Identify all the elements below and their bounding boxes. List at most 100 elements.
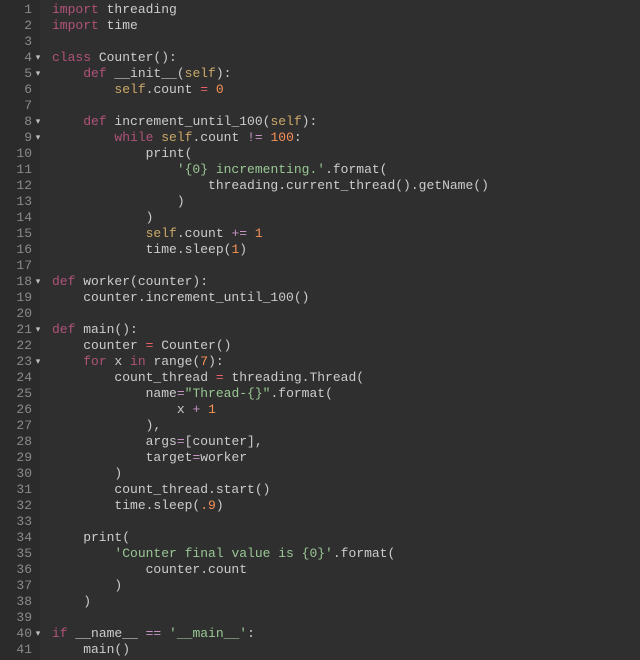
line-number: 21▾ (0, 322, 38, 338)
line-number: 35 (0, 546, 38, 562)
code-line[interactable]: 'Counter final value is {0}'.format( (52, 546, 640, 562)
fold-icon[interactable]: ▾ (34, 274, 42, 290)
code-line[interactable]: class Counter(): (52, 50, 640, 66)
code-line[interactable] (52, 610, 640, 626)
token-text (52, 66, 83, 81)
token-text: ) (52, 210, 153, 225)
token-text (200, 402, 208, 417)
line-number: 4▾ (0, 50, 38, 66)
code-line[interactable]: def worker(counter): (52, 274, 640, 290)
token-text: time.sleep( (52, 242, 231, 257)
code-line[interactable]: import threading (52, 2, 640, 18)
token-kw: def (52, 322, 75, 337)
token-self: self (146, 226, 177, 241)
code-line[interactable] (52, 34, 640, 50)
line-number: 27 (0, 418, 38, 434)
code-line[interactable]: for x in range(7): (52, 354, 640, 370)
code-line[interactable]: print( (52, 146, 640, 162)
code-editor[interactable]: 1234▾5▾678▾9▾101112131415161718▾192021▾2… (0, 0, 640, 660)
fold-icon[interactable]: ▾ (34, 130, 42, 146)
code-line[interactable] (52, 514, 640, 530)
token-text: ) (239, 242, 247, 257)
code-line[interactable]: ) (52, 210, 640, 226)
token-kw: def (83, 66, 106, 81)
fold-icon[interactable]: ▾ (34, 322, 42, 338)
token-text: : (247, 626, 255, 641)
code-line[interactable]: counter.increment_until_100() (52, 290, 640, 306)
code-line[interactable]: name="Thread-{}".format( (52, 386, 640, 402)
token-num: 1 (255, 226, 263, 241)
code-line[interactable]: ), (52, 418, 640, 434)
fold-icon[interactable]: ▾ (34, 66, 42, 82)
code-line[interactable]: self.count += 1 (52, 226, 640, 242)
token-text: ): (208, 354, 224, 369)
code-line[interactable] (52, 306, 640, 322)
fold-icon[interactable]: ▾ (34, 50, 42, 66)
token-op: != (247, 130, 263, 145)
code-line[interactable]: def __init__(self): (52, 66, 640, 82)
code-line[interactable]: target=worker (52, 450, 640, 466)
fold-icon[interactable]: ▾ (34, 354, 42, 370)
code-line[interactable]: threading.current_thread().getName() (52, 178, 640, 194)
code-line[interactable]: '{0} incrementing.'.format( (52, 162, 640, 178)
code-line[interactable]: ) (52, 194, 640, 210)
code-line[interactable]: def main(): (52, 322, 640, 338)
code-line[interactable]: time.sleep(.9) (52, 498, 640, 514)
code-line[interactable]: counter.count (52, 562, 640, 578)
code-line[interactable]: while self.count != 100: (52, 130, 640, 146)
token-text (52, 354, 83, 369)
fold-icon[interactable]: ▾ (34, 114, 42, 130)
line-number: 8▾ (0, 114, 38, 130)
token-text: counter.increment_until_100() (52, 290, 309, 305)
code-area[interactable]: import threadingimport time class Counter… (40, 0, 640, 660)
code-line[interactable]: count_thread.start() (52, 482, 640, 498)
token-text: .format( (333, 546, 395, 561)
code-line[interactable]: ) (52, 578, 640, 594)
code-line[interactable]: print( (52, 530, 640, 546)
code-line[interactable]: import time (52, 18, 640, 34)
code-line[interactable] (52, 98, 640, 114)
code-line[interactable]: main() (52, 642, 640, 658)
token-assign: = (200, 82, 208, 97)
token-text: .count (177, 226, 232, 241)
code-line[interactable]: counter = Counter() (52, 338, 640, 354)
token-text (208, 82, 216, 97)
line-number: 1 (0, 2, 38, 18)
token-text (263, 130, 271, 145)
code-line[interactable]: count_thread = threading.Thread( (52, 370, 640, 386)
line-number: 22 (0, 338, 38, 354)
code-line[interactable]: def increment_until_100(self): (52, 114, 640, 130)
line-number: 15 (0, 226, 38, 242)
token-num: .9 (200, 498, 216, 513)
token-text: print( (52, 146, 192, 161)
token-text: target (52, 450, 192, 465)
line-number: 17 (0, 258, 38, 274)
line-number: 20 (0, 306, 38, 322)
token-text: ) (52, 578, 122, 593)
token-num: 0 (216, 82, 224, 97)
line-number: 7 (0, 98, 38, 114)
line-number: 37 (0, 578, 38, 594)
token-str: '{0} incrementing.' (177, 162, 325, 177)
line-number: 36 (0, 562, 38, 578)
fold-icon[interactable]: ▾ (34, 626, 42, 642)
token-text (52, 546, 114, 561)
code-line[interactable]: time.sleep(1) (52, 242, 640, 258)
code-line[interactable]: x + 1 (52, 402, 640, 418)
token-text: print( (52, 530, 130, 545)
line-number: 18▾ (0, 274, 38, 290)
code-line[interactable]: args=[counter], (52, 434, 640, 450)
code-line[interactable] (52, 258, 640, 274)
token-kw: for (83, 354, 106, 369)
code-line[interactable]: self.count = 0 (52, 82, 640, 98)
token-self: self (161, 130, 192, 145)
token-kw: class (52, 50, 91, 65)
token-num: 100 (271, 130, 294, 145)
code-line[interactable]: ) (52, 594, 640, 610)
token-text: Counter(): (91, 50, 177, 65)
code-line[interactable]: if __name__ == '__main__': (52, 626, 640, 642)
token-text: ), (52, 418, 161, 433)
token-text: counter (52, 338, 146, 353)
code-line[interactable]: ) (52, 466, 640, 482)
token-text (52, 162, 177, 177)
